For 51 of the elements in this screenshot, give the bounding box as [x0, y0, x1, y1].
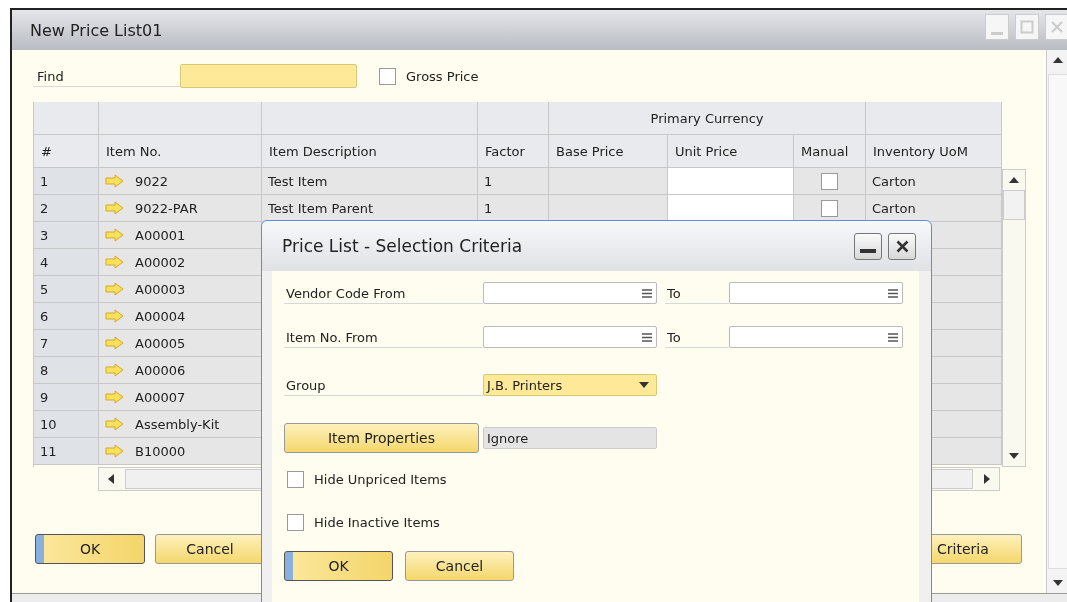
table-cell: 1 — [478, 195, 549, 222]
item-number: A00001 — [135, 227, 186, 243]
row-number[interactable]: 1 — [34, 168, 99, 195]
row-number[interactable]: 9 — [34, 384, 99, 411]
column-group-header: Primary Currency — [549, 102, 866, 135]
field-label: Vendor Code From — [284, 282, 483, 304]
column-header[interactable]: Item No. — [99, 135, 262, 168]
checkbox-label: Gross Price — [406, 68, 479, 84]
item-number: A00006 — [135, 362, 186, 378]
checkbox-label: Hide Inactive Items — [314, 515, 440, 530]
item-number: A00005 — [135, 335, 186, 351]
row-number[interactable]: 2 — [34, 195, 99, 222]
checkbox-label: Hide Unpriced Items — [314, 472, 447, 487]
field-label: Item No. From — [284, 326, 483, 348]
table-cell: 1 — [478, 168, 549, 195]
window-title: New Price List01 — [30, 20, 163, 40]
row-number[interactable]: 6 — [34, 303, 99, 330]
item-number: Assembly-Kit — [135, 416, 220, 432]
item-number: A00003 — [135, 281, 186, 297]
item-number: 9022-PAR — [135, 200, 198, 216]
column-header[interactable]: Item Description — [262, 135, 478, 168]
row-number[interactable]: 11 — [34, 438, 99, 465]
column-header[interactable]: # — [34, 135, 99, 168]
item-number: 9022 — [135, 173, 169, 189]
group-dropdown[interactable]: J.B. Printers — [483, 374, 657, 396]
group-label: Group — [284, 374, 483, 396]
item-number: A00004 — [135, 308, 186, 324]
dialog-title: Price List - Selection Criteria — [282, 236, 523, 256]
ok-button[interactable]: OK — [284, 551, 393, 581]
cancel-button[interactable]: Cancel — [405, 551, 514, 581]
item-number: B10000 — [135, 443, 186, 459]
table-cell: Test Item Parent — [262, 195, 478, 222]
item-properties-button[interactable]: Item Properties — [284, 423, 479, 453]
row-number[interactable]: 8 — [34, 357, 99, 384]
column-header[interactable]: Base Price — [549, 135, 668, 168]
item-number: A00007 — [135, 389, 186, 405]
column-header[interactable]: Inventory UoM — [866, 135, 1002, 168]
item-properties-field: Ignore — [483, 427, 657, 449]
table-cell: Carton — [866, 168, 1002, 195]
row-number[interactable]: 5 — [34, 276, 99, 303]
row-number[interactable]: 10 — [34, 411, 99, 438]
row-number[interactable]: 7 — [34, 330, 99, 357]
column-header[interactable]: Unit Price — [668, 135, 794, 168]
column-header[interactable]: Manual — [794, 135, 866, 168]
item-number: A00002 — [135, 254, 186, 270]
table-cell: Carton — [866, 195, 1002, 222]
row-number[interactable]: 4 — [34, 249, 99, 276]
ok-button[interactable]: OK — [35, 534, 145, 564]
table-cell: Test Item — [262, 168, 478, 195]
row-number[interactable]: 3 — [34, 222, 99, 249]
column-header[interactable]: Factor — [478, 135, 549, 168]
